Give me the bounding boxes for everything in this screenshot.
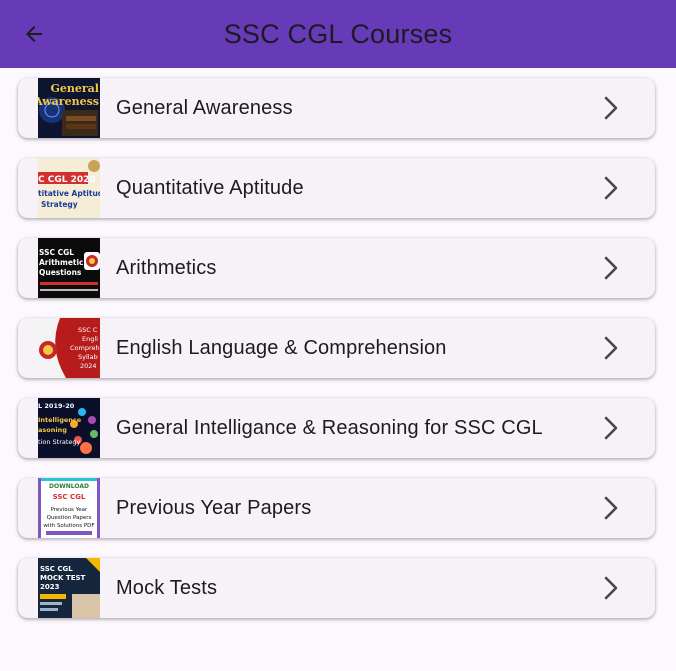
svg-text:Arithmetic: Arithmetic [39, 258, 84, 267]
page-title: SSC CGL Courses [223, 18, 453, 49]
svg-text:C CGL 2020: C CGL 2020 [38, 175, 96, 185]
back-button[interactable] [14, 14, 54, 54]
svg-text:Syllab: Syllab [78, 353, 98, 361]
course-thumbnail: SSC CGL MOCK TEST 2023 [38, 558, 100, 618]
course-thumbnail: C CGL 2020 titative Aptitude Strategy [38, 158, 100, 218]
chevron-right-icon [604, 416, 618, 440]
svg-text:Question Papers: Question Papers [47, 515, 92, 521]
svg-text:SSC CGL: SSC CGL [39, 248, 74, 257]
svg-text:L 2019-20: L 2019-20 [38, 402, 75, 410]
course-item-general-intelligence-reasoning[interactable]: L 2019-20 Intelligence asoning tion Stra… [18, 398, 655, 458]
svg-text:SSC C: SSC C [78, 326, 98, 334]
svg-text:General: General [51, 82, 100, 95]
app-bar: SSC CGL Courses [0, 0, 676, 68]
arrow-left-icon [26, 26, 42, 42]
svg-text:Engli: Engli [82, 335, 98, 343]
svg-text:2023: 2023 [40, 583, 60, 591]
svg-text:Questions: Questions [39, 268, 82, 277]
course-item-english-language[interactable]: SSC C Engli Compreher Syllab 2024 Englis… [18, 318, 655, 378]
course-title: Previous Year Papers [116, 497, 312, 519]
svg-text:Compreher: Compreher [70, 344, 100, 352]
chevron-right-icon [604, 336, 618, 360]
course-item-mock-tests[interactable]: SSC CGL MOCK TEST 2023 Mock Tests [18, 558, 655, 618]
svg-text:DOWNLOAD: DOWNLOAD [49, 483, 89, 490]
course-item-general-awareness[interactable]: General Awareness General Awareness [18, 78, 655, 138]
chevron-right-icon [604, 576, 618, 600]
course-item-arithmetics[interactable]: SSC CGL Arithmetic Questions Arithmetics [18, 238, 655, 298]
course-item-previous-year-papers[interactable]: DOWNLOAD SSC CGL Previous Year Question … [18, 478, 655, 538]
chevron-right-icon [604, 176, 618, 200]
svg-text:SSC CGL: SSC CGL [40, 565, 73, 573]
course-item-quantitative-aptitude[interactable]: C CGL 2020 titative Aptitude Strategy Qu… [18, 158, 655, 218]
course-thumbnail: DOWNLOAD SSC CGL Previous Year Question … [38, 478, 100, 538]
course-thumbnail: SSC C Engli Compreher Syllab 2024 [38, 318, 100, 378]
svg-text:titative Aptitude: titative Aptitude [38, 189, 100, 198]
course-title: General Awareness [116, 97, 293, 119]
svg-text:Intelligence: Intelligence [38, 416, 82, 424]
svg-text:SSC CGL: SSC CGL [53, 493, 86, 501]
course-title: Arithmetics [116, 257, 217, 279]
svg-text:asoning: asoning [38, 426, 67, 434]
course-title: English Language & Comprehension [116, 337, 447, 359]
course-thumbnail: General Awareness [38, 78, 100, 138]
svg-text:Previous Year: Previous Year [51, 507, 88, 513]
chevron-right-icon [604, 96, 618, 120]
svg-text:MOCK TEST: MOCK TEST [40, 574, 86, 582]
chevron-right-icon [604, 496, 618, 520]
course-title: General Intelligance & Reasoning for SSC… [116, 417, 543, 439]
course-title: Mock Tests [116, 577, 218, 599]
course-title: Quantitative Aptitude [116, 177, 304, 199]
course-thumbnail: SSC CGL Arithmetic Questions [38, 238, 100, 298]
course-thumbnail: L 2019-20 Intelligence asoning tion Stra… [38, 398, 100, 458]
chevron-right-icon [604, 256, 618, 280]
svg-text:tion Strategy: tion Strategy [38, 438, 81, 446]
svg-text:Strategy: Strategy [41, 200, 78, 209]
svg-text:Awareness: Awareness [38, 95, 99, 108]
course-list: General Awareness General Awareness C CG… [18, 78, 655, 638]
svg-text:2024: 2024 [80, 362, 97, 370]
svg-text:with Solutions PDF: with Solutions PDF [43, 523, 94, 529]
